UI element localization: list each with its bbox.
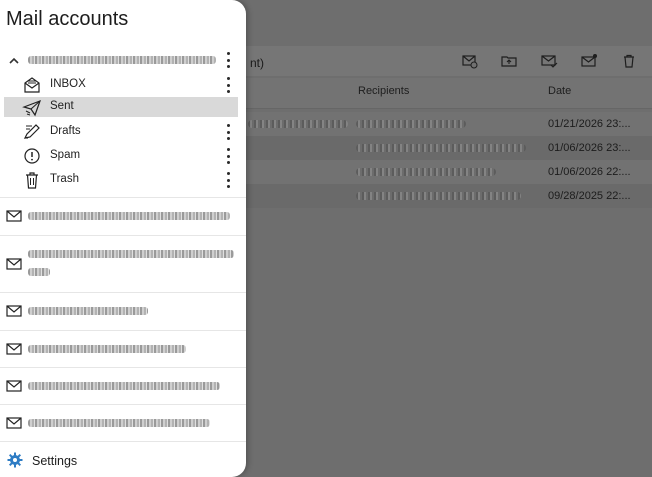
message-list-header xyxy=(246,78,652,109)
drafts-icon xyxy=(22,123,42,141)
redacted-recipient xyxy=(356,192,521,200)
folder-more-icon[interactable] xyxy=(226,172,230,188)
folder-item-drafts[interactable]: Drafts xyxy=(0,121,246,143)
folder-item-spam[interactable]: Spam xyxy=(0,145,246,167)
folder-label: INBOX xyxy=(50,78,86,90)
table-row[interactable]: 01/06/2026 23:... xyxy=(246,136,652,160)
redacted-account-name xyxy=(28,345,186,353)
folder-more-icon[interactable] xyxy=(226,148,230,164)
settings-label: Settings xyxy=(32,454,78,468)
redacted-account-name xyxy=(28,250,234,258)
folder-label: Drafts xyxy=(50,125,81,137)
redacted-account-name xyxy=(28,419,210,427)
settings-item[interactable]: Settings xyxy=(0,442,246,477)
account-item[interactable] xyxy=(0,236,246,291)
message-date: 01/06/2026 22:... xyxy=(548,166,631,178)
mail-icon xyxy=(6,258,22,270)
mail-icon xyxy=(6,417,22,429)
drawer-title: Mail accounts xyxy=(6,8,129,30)
mail-icon xyxy=(6,305,22,317)
redacted-recipient xyxy=(356,120,466,128)
mail-icon xyxy=(6,343,22,355)
folder-more-icon[interactable] xyxy=(226,124,230,140)
redacted-account-name xyxy=(28,307,148,315)
delete-icon[interactable] xyxy=(620,53,638,69)
mark-unread-icon[interactable] xyxy=(580,53,598,69)
move-to-junk-icon[interactable] xyxy=(461,53,479,69)
redacted-account-name xyxy=(28,268,50,276)
inbox-icon xyxy=(22,76,42,94)
redacted-account-name xyxy=(28,382,220,390)
folder-item-sent[interactable]: Sent xyxy=(0,97,246,119)
account-item[interactable] xyxy=(0,368,246,404)
sent-icon xyxy=(22,99,42,117)
account-item[interactable] xyxy=(0,331,246,367)
folder-more-icon[interactable] xyxy=(226,77,230,93)
mail-icon xyxy=(6,380,22,392)
redacted-recipient xyxy=(356,168,496,176)
redacted-account-name xyxy=(28,212,230,220)
mark-read-icon[interactable] xyxy=(540,53,558,69)
folder-label: Sent xyxy=(50,100,74,112)
table-row[interactable]: 01/06/2026 22:... xyxy=(246,160,652,184)
spam-icon xyxy=(22,147,42,165)
column-header-date[interactable]: Date xyxy=(548,85,571,97)
message-date: 01/06/2026 23:... xyxy=(548,142,631,154)
account-item[interactable] xyxy=(0,293,246,329)
redacted-account-name xyxy=(28,56,216,64)
redacted-recipient xyxy=(356,144,526,152)
account-header-expanded[interactable] xyxy=(0,48,246,72)
folder-item-inbox[interactable]: INBOX xyxy=(0,74,246,96)
account-more-icon[interactable] xyxy=(226,52,230,68)
table-row[interactable]: 09/28/2025 22:... xyxy=(246,184,652,208)
account-item[interactable] xyxy=(0,198,246,234)
column-header-recipients[interactable]: Recipients xyxy=(358,85,409,97)
message-date: 01/21/2026 23:... xyxy=(548,118,631,130)
redacted-subject xyxy=(248,120,348,128)
move-to-folder-icon[interactable] xyxy=(500,53,518,69)
chevron-up-icon[interactable] xyxy=(8,54,20,66)
folder-label: Trash xyxy=(50,173,79,185)
mail-icon xyxy=(6,210,22,222)
gear-icon xyxy=(7,452,23,468)
folder-label: Spam xyxy=(50,149,81,161)
folder-title: nt) xyxy=(250,56,265,70)
message-date: 09/28/2025 22:... xyxy=(548,190,631,202)
table-row[interactable]: 01/21/2026 23:... xyxy=(246,112,652,136)
account-item[interactable] xyxy=(0,405,246,441)
mail-accounts-drawer: Mail accounts INBOX Sent Drafts Spam Tra… xyxy=(0,0,246,477)
folder-item-trash[interactable]: Trash xyxy=(0,169,246,191)
trash-icon xyxy=(22,171,42,189)
